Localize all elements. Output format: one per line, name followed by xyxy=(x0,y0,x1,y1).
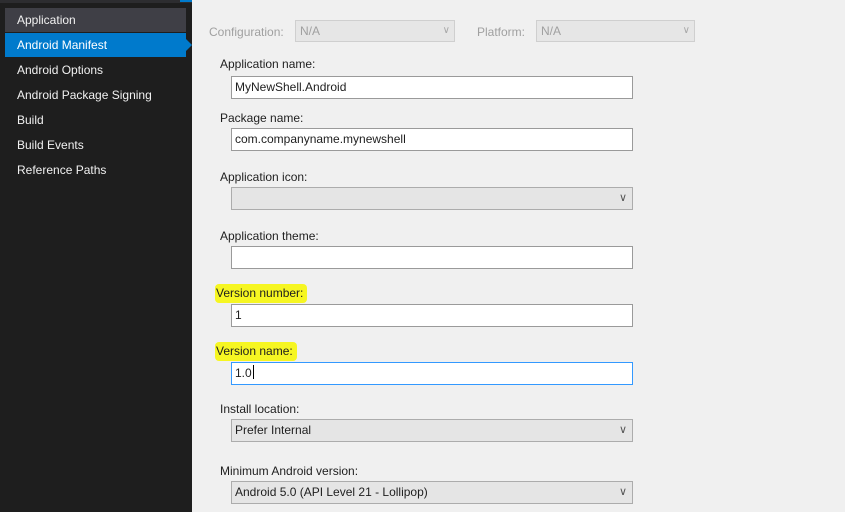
chevron-down-icon: ∨ xyxy=(442,25,450,36)
min-android-version-label: Minimum Android version: xyxy=(220,464,359,478)
sidebar-item-build[interactable]: Build xyxy=(5,108,186,132)
install-location-dropdown[interactable]: Prefer Internal ∨ xyxy=(231,419,633,442)
version-name-input[interactable]: 1.0 xyxy=(231,362,633,385)
platform-select[interactable]: N/A ∨ xyxy=(536,20,695,42)
configuration-bar: Configuration: N/A ∨ Platform: N/A ∨ xyxy=(192,3,845,55)
sidebar-nav: Application Android Manifest Android Opt… xyxy=(0,0,192,512)
manifest-panel: Configuration: N/A ∨ Platform: N/A ∨ App… xyxy=(192,0,845,512)
application-theme-input[interactable] xyxy=(231,246,633,269)
version-name-label: Version name: xyxy=(215,342,297,361)
application-icon-dropdown[interactable]: ∨ xyxy=(231,187,633,210)
sidebar-item-android-package-signing[interactable]: Android Package Signing xyxy=(5,83,186,107)
chevron-down-icon: ∨ xyxy=(618,486,627,498)
chevron-down-icon: ∨ xyxy=(618,192,627,204)
application-theme-label: Application theme: xyxy=(220,229,319,243)
application-name-label: Application name: xyxy=(220,57,316,71)
configuration-select[interactable]: N/A ∨ xyxy=(295,20,455,42)
application-icon-label: Application icon: xyxy=(220,170,308,184)
manifest-form: Application name: MyNewShell.Android Pac… xyxy=(192,55,845,512)
version-number-label: Version number: xyxy=(215,284,308,303)
min-android-version-value: Android 5.0 (API Level 21 - Lollipop) xyxy=(235,485,428,499)
version-number-input[interactable]: 1 xyxy=(231,304,633,327)
package-name-input[interactable]: com.companyname.mynewshell xyxy=(231,128,633,151)
chevron-down-icon: ∨ xyxy=(618,424,627,436)
min-android-version-dropdown[interactable]: Android 5.0 (API Level 21 - Lollipop) ∨ xyxy=(231,481,633,504)
text-caret xyxy=(252,365,254,379)
sidebar-item-android-options[interactable]: Android Options xyxy=(5,58,186,82)
install-location-value: Prefer Internal xyxy=(235,423,312,437)
sidebar-item-build-events[interactable]: Build Events xyxy=(5,133,186,157)
package-name-label: Package name: xyxy=(220,111,304,125)
configuration-value: N/A xyxy=(300,24,321,38)
application-name-input[interactable]: MyNewShell.Android xyxy=(231,76,633,99)
sidebar-item-android-manifest[interactable]: Android Manifest xyxy=(5,33,192,57)
version-name-value: 1.0 xyxy=(235,366,252,380)
sidebar-item-reference-paths[interactable]: Reference Paths xyxy=(5,158,186,182)
sidebar-item-application[interactable]: Application xyxy=(5,8,186,32)
configuration-label: Configuration: xyxy=(209,25,284,39)
platform-label: Platform: xyxy=(477,25,526,39)
chevron-down-icon: ∨ xyxy=(682,25,690,36)
install-location-label: Install location: xyxy=(220,402,300,416)
platform-value: N/A xyxy=(541,24,562,38)
